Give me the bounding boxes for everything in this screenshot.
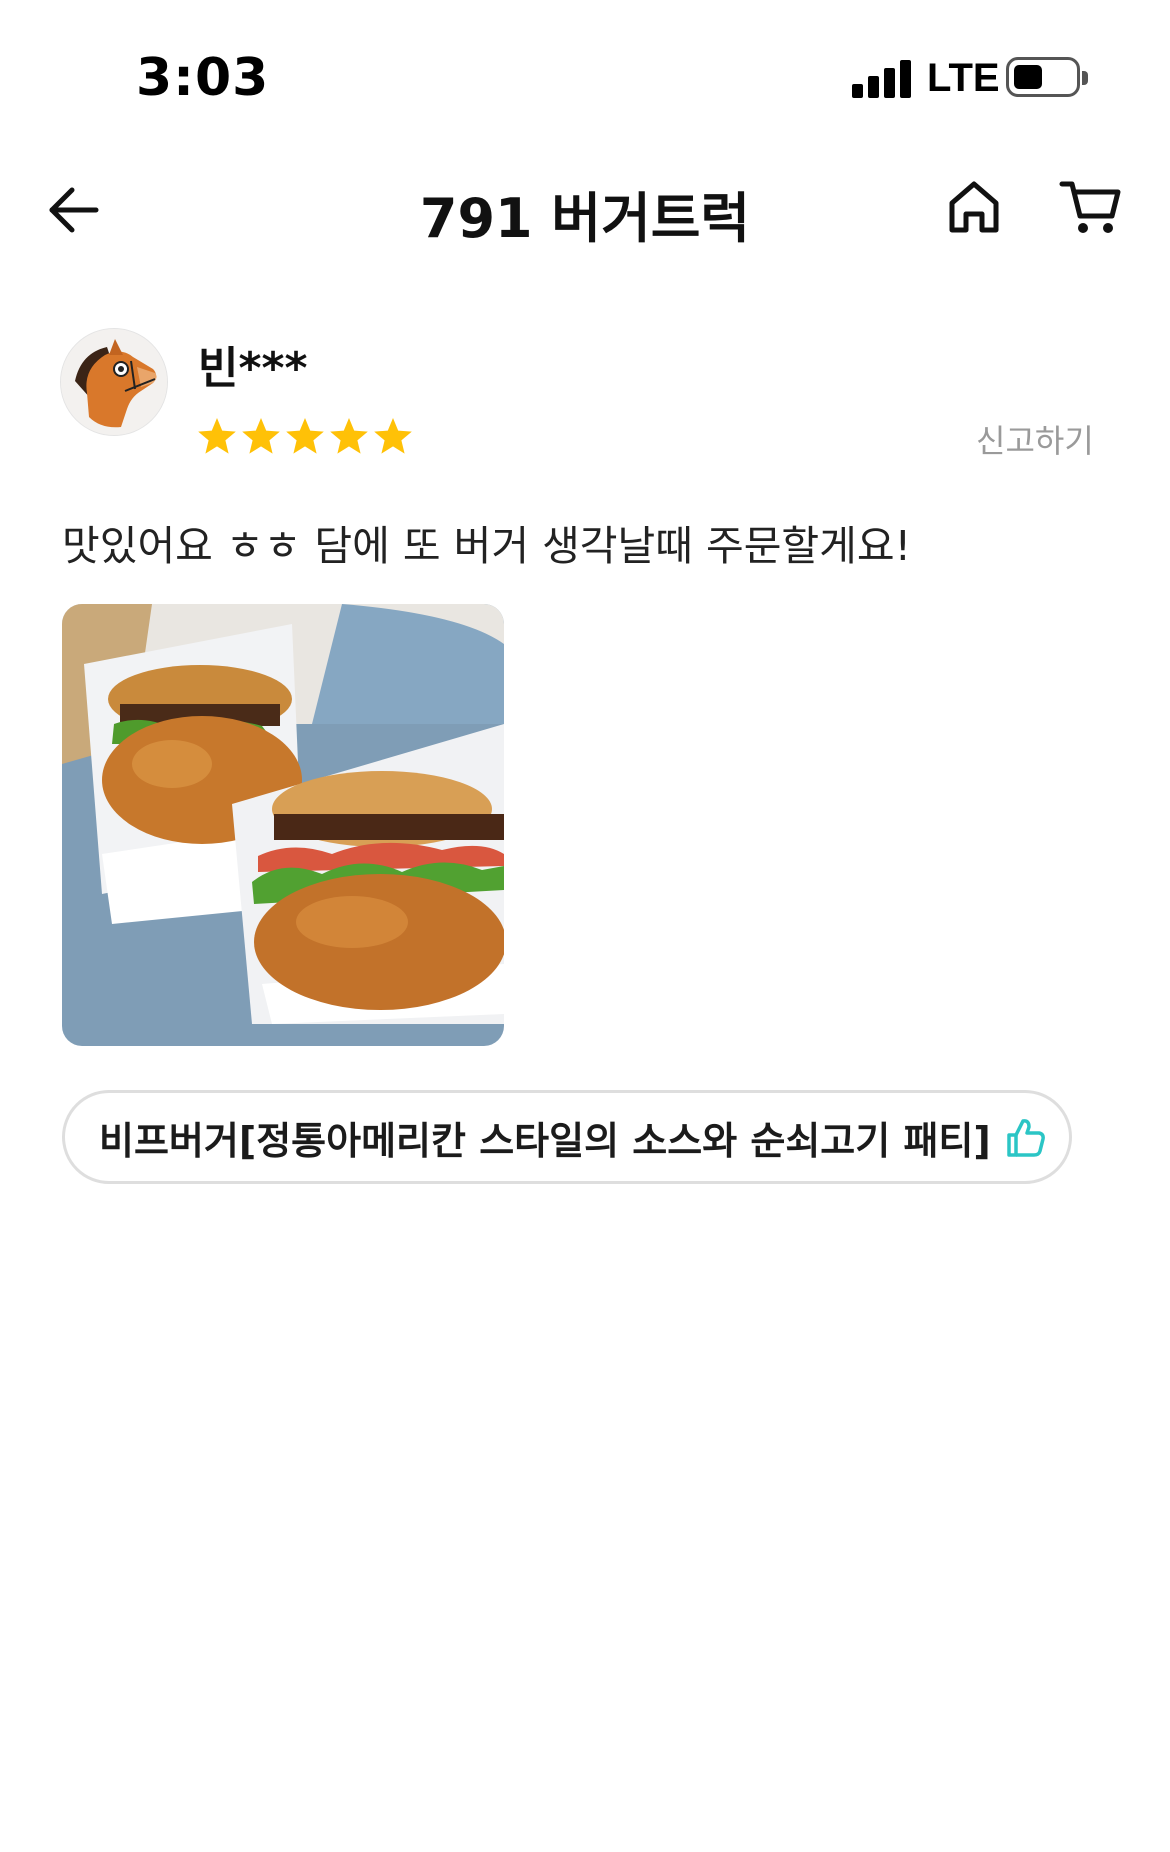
menu-tag-button[interactable]: 비프버거[정통아메리칸 스타일의 소스와 순쇠고기 패티] <box>62 1090 1072 1184</box>
star-icon <box>242 418 280 454</box>
cart-button[interactable] <box>1058 176 1124 238</box>
thumbs-up-icon <box>1007 1119 1045 1157</box>
reviewer-name: 빈*** <box>198 343 308 394</box>
cart-icon <box>1059 181 1121 233</box>
star-icon <box>330 418 368 454</box>
home-icon <box>949 181 999 233</box>
burger-photo <box>62 604 504 1046</box>
star-icon <box>286 418 324 454</box>
review-photo[interactable] <box>62 604 504 1046</box>
star-icon <box>374 418 412 454</box>
network-type: LTE <box>927 56 1000 100</box>
top-app-bar: 791 버거트럭 <box>0 150 1170 268</box>
rating-stars <box>196 416 414 460</box>
menu-tag-label: 비프버거[정통아메리칸 스타일의 소스와 순쇠고기 패티] <box>99 1118 991 1163</box>
horse-avatar-icon <box>61 329 167 435</box>
report-button[interactable]: 신고하기 <box>976 416 1094 462</box>
star-icon <box>198 418 236 454</box>
home-button[interactable] <box>944 176 1004 238</box>
review-text: 맛있어요 ㅎㅎ 담에 또 버거 생각날때 주문할게요! <box>62 522 912 570</box>
reviewer-avatar <box>60 328 168 436</box>
signal-icon <box>852 58 912 98</box>
status-bar: 3:03 LTE <box>0 0 1170 150</box>
battery-icon <box>1006 57 1088 97</box>
status-time: 3:03 <box>136 48 270 108</box>
